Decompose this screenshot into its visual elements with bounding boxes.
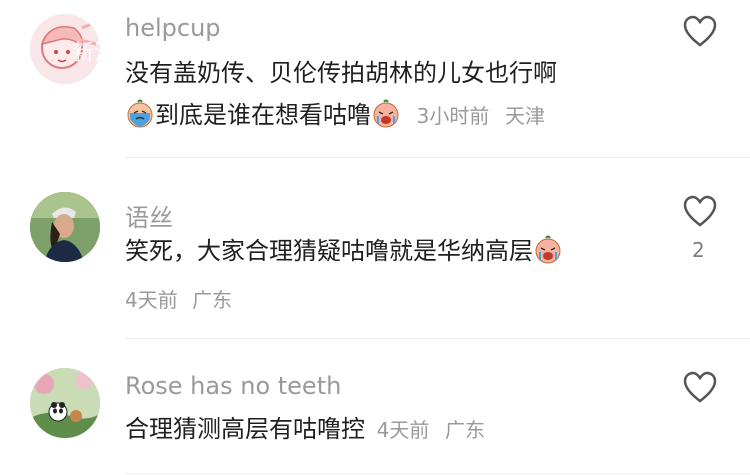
username[interactable]: helpcup [125, 14, 221, 42]
heart-icon[interactable] [682, 14, 718, 50]
crying-face-icon [127, 99, 153, 128]
comment-text-second-line: 到底是谁在想看咕噜 3小时前 天津 [125, 98, 545, 133]
girl-cartoon-avatar-icon: 新浪 [30, 14, 100, 84]
heart-icon[interactable] [682, 194, 718, 230]
divider [125, 338, 750, 339]
avatar[interactable] [30, 192, 100, 262]
location: 广东 [445, 418, 486, 442]
comment-text: 没有盖奶传、贝伦传拍胡林的儿女也行啊 [125, 56, 557, 90]
timestamp: 3小时前 [416, 104, 490, 128]
avatar[interactable] [30, 368, 100, 438]
heart-icon[interactable] [682, 370, 718, 406]
comment-item: Rose has no teeth 合理猜测高层有咕噜控 4天前 广东 [0, 340, 750, 475]
timestamp: 4天前 [376, 418, 430, 442]
like-count: 2 [692, 238, 705, 262]
comment-item: 语丝 笑死，大家合理猜疑咕噜就是华纳高层 4天前 广东 2 [0, 158, 750, 340]
avatar-watermark: 新浪 [72, 41, 100, 66]
username[interactable]: 语丝 [125, 198, 173, 233]
divider [125, 473, 750, 474]
timestamp: 4天前 [125, 288, 178, 312]
photo-avatar-person-icon [30, 192, 100, 262]
comment-text: 笑死，大家合理猜疑咕噜就是华纳高层 [125, 234, 563, 268]
comment-text: 合理猜测高层有咕噜控 4天前 广东 [125, 412, 485, 447]
crying-face-icon [373, 99, 399, 128]
comment-item: 新浪 helpcup 没有盖奶传、贝伦传拍胡林的儿女也行啊 到底是谁在想看咕噜 … [0, 0, 750, 158]
comment-meta: 4天前 广东 [125, 284, 232, 313]
username[interactable]: Rose has no teeth [125, 372, 341, 400]
comment-text-line-1: 合理猜测高层有咕噜控 [125, 415, 365, 443]
painting-avatar-panda-icon [30, 368, 100, 438]
comment-text-line-2: 到底是谁在想看咕噜 [155, 101, 371, 129]
comment-text-line-1: 笑死，大家合理猜疑咕噜就是华纳高层 [125, 237, 533, 265]
avatar[interactable]: 新浪 [30, 14, 100, 84]
comment-text-line-1: 没有盖奶传、贝伦传拍胡林的儿女也行啊 [125, 59, 557, 87]
location: 广东 [192, 288, 233, 312]
crying-face-icon [535, 235, 561, 264]
location: 天津 [505, 104, 546, 128]
